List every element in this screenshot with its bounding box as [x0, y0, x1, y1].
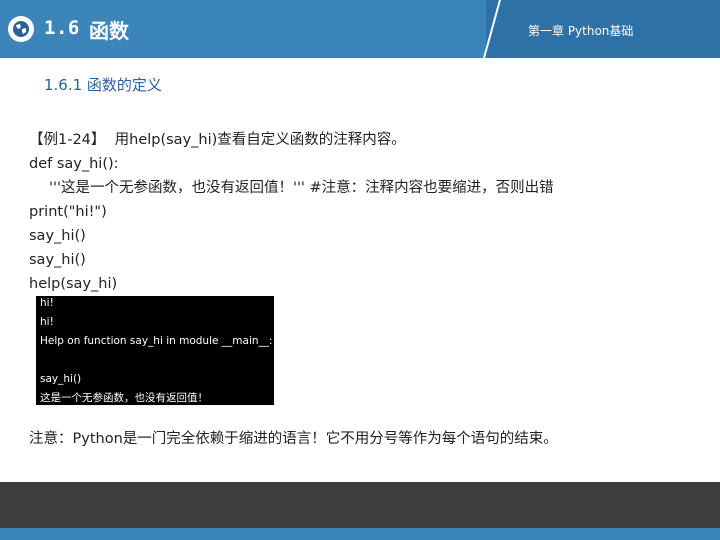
code-line: say_hi(): [29, 252, 86, 268]
console-output-screenshot: hi! hi! Help on function say_hi in modul…: [36, 296, 274, 405]
code-line: print("hi!"): [29, 204, 107, 220]
indentation-note: 注意：Python是一门完全依赖于缩进的语言！它不用分号等作为每个语句的结束。: [29, 431, 558, 447]
code-line: say_hi(): [29, 228, 86, 244]
section-title: 函数: [89, 19, 129, 43]
code-line: def say_hi():: [29, 156, 119, 172]
footer-accent-bar: [0, 528, 720, 540]
chapter-label: 第一章 Python基础: [528, 24, 634, 38]
example-content: 【例1-24】 用help(say_hi)查看自定义函数的注释内容。 def s…: [29, 128, 689, 296]
console-line: say_hi(): [40, 373, 82, 385]
footer-bar: [0, 482, 720, 528]
console-line: hi!: [40, 297, 54, 309]
globe-icon: [8, 16, 34, 42]
subsection-title: 1.6.1 函数的定义: [44, 76, 162, 94]
slide-header: 1.6 函数 第一章 Python基础: [0, 0, 720, 58]
example-heading: 【例1-24】 用help(say_hi)查看自定义函数的注释内容。: [29, 132, 406, 148]
console-line: 这是一个无参函数，也没有返回值！: [40, 392, 208, 404]
console-line: hi!: [40, 316, 54, 328]
console-line: Help on function say_hi in module __main…: [40, 335, 273, 347]
section-number: 1.6: [44, 17, 80, 39]
code-line: '''这是一个无参函数，也没有返回值！''' #注意：注释内容也要缩进，否则出错: [49, 180, 554, 196]
header-slant-divider: [483, 0, 510, 58]
code-line: help(say_hi): [29, 276, 118, 292]
